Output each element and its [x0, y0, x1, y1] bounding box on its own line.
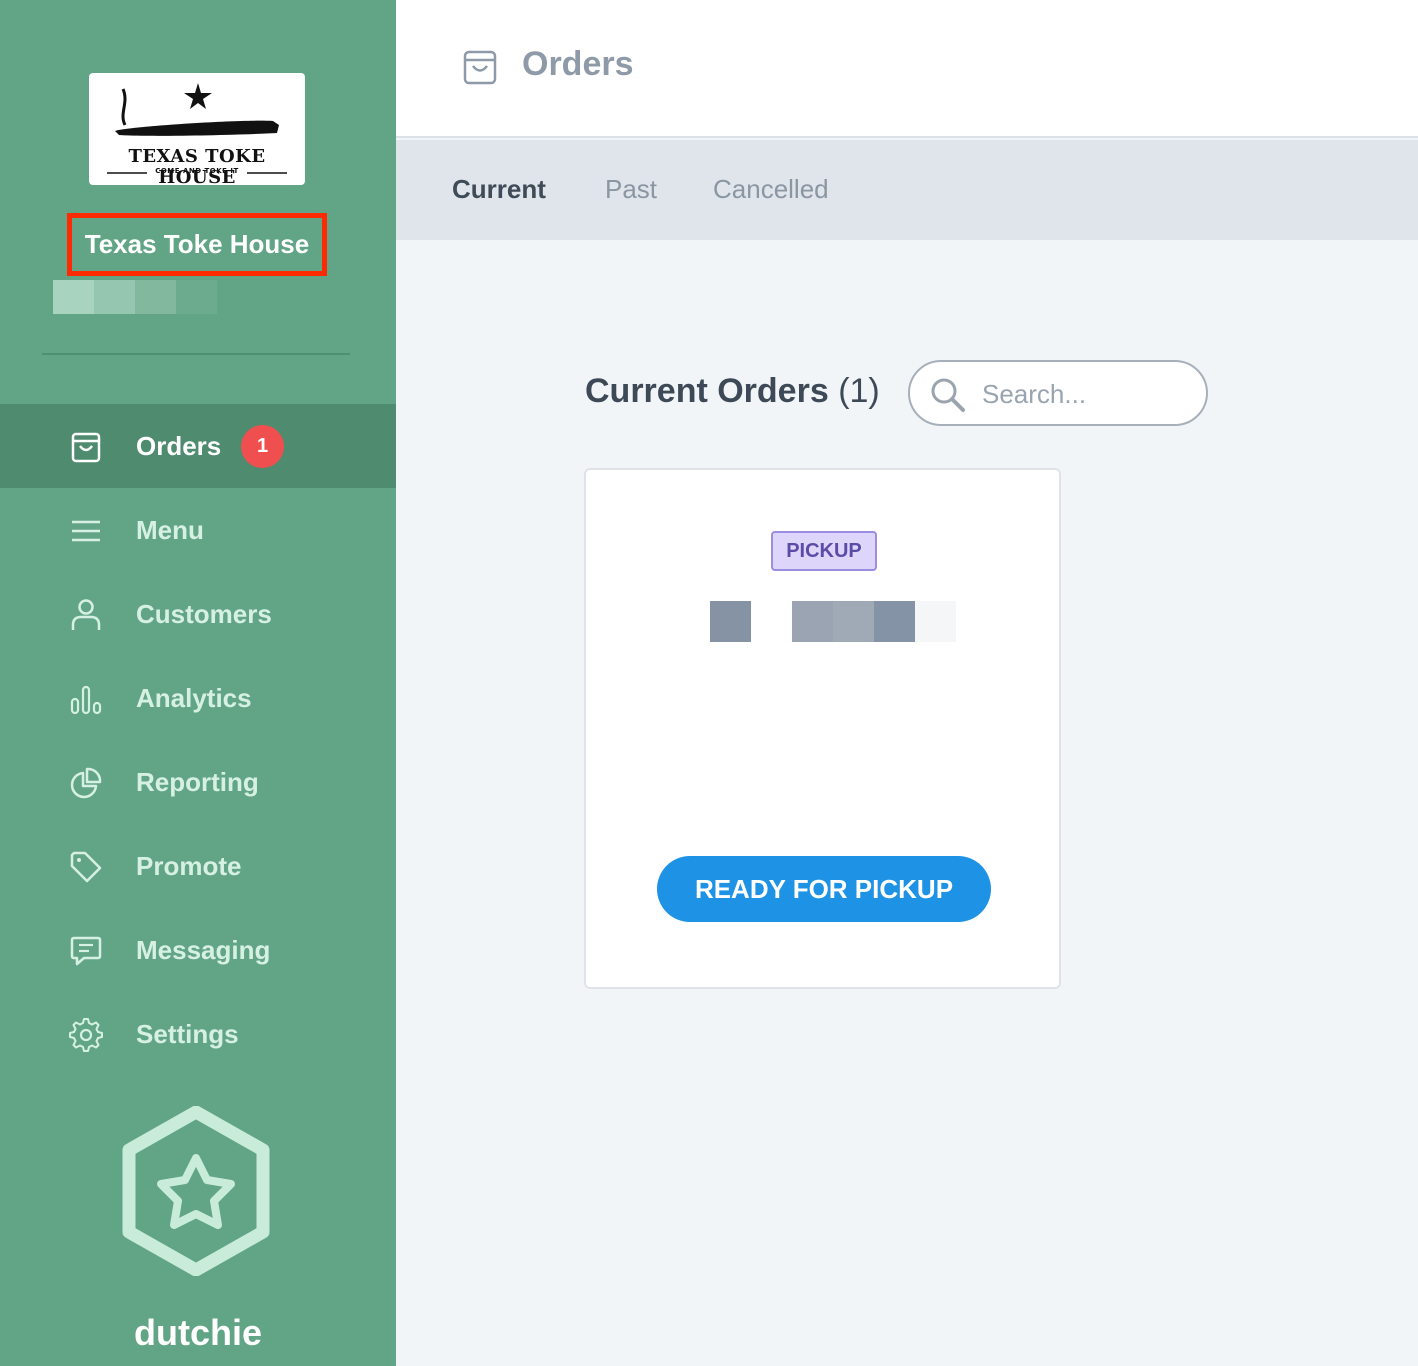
- sidebar-nav: Orders 1 Menu Customers Analytics Report…: [0, 404, 396, 1076]
- sidebar-divider: [42, 353, 350, 355]
- sidebar-item-messaging[interactable]: Messaging: [0, 908, 396, 992]
- sidebar-item-label: Promote: [136, 850, 242, 881]
- section-title: Current Orders (1): [585, 372, 880, 411]
- tab-cancelled[interactable]: Cancelled: [713, 174, 829, 205]
- order-card[interactable]: PICKUP READY FOR PICKUP: [584, 468, 1061, 989]
- store-name[interactable]: Texas Toke House: [67, 213, 327, 276]
- sidebar-item-settings[interactable]: Settings: [0, 992, 396, 1076]
- search-box[interactable]: [908, 360, 1208, 426]
- gear-icon: [69, 1018, 103, 1052]
- sidebar-item-label: Reporting: [136, 766, 259, 797]
- orders-count-badge: 1: [241, 425, 284, 468]
- message-icon: [70, 936, 102, 966]
- sidebar-item-orders[interactable]: Orders 1: [0, 404, 396, 488]
- store-logo: TEXAS TOKE HOUSE COME AND TOKE IT: [89, 73, 305, 188]
- orders-tabs: Current Past Cancelled: [396, 140, 1418, 240]
- sidebar-item-label: Settings: [136, 1018, 239, 1049]
- sidebar-item-analytics[interactable]: Analytics: [0, 656, 396, 740]
- dutchie-brand: dutchie: [133, 1312, 262, 1353]
- shopping-bag-icon: [71, 432, 101, 463]
- ready-for-pickup-button[interactable]: READY FOR PICKUP: [657, 856, 991, 922]
- bar-chart-icon: [70, 685, 102, 715]
- sidebar-item-promote[interactable]: Promote: [0, 824, 396, 908]
- sidebar-item-reporting[interactable]: Reporting: [0, 740, 396, 824]
- redacted-order-info: [710, 601, 751, 642]
- pie-chart-icon: [70, 767, 102, 799]
- order-type-tag: PICKUP: [771, 531, 877, 571]
- shopping-bag-icon: [463, 50, 497, 85]
- tag-icon: [70, 851, 102, 883]
- sidebar-item-label: Messaging: [136, 934, 271, 965]
- search-icon: [931, 378, 965, 412]
- page-header: Orders: [396, 0, 1418, 138]
- page-title: Orders: [522, 45, 634, 83]
- redacted-store-info: [53, 280, 217, 314]
- sidebar-item-customers[interactable]: Customers: [0, 572, 396, 656]
- user-icon: [71, 599, 101, 630]
- search-input[interactable]: [982, 374, 1192, 414]
- redacted-customer-name: [792, 601, 956, 642]
- tab-current[interactable]: Current: [452, 174, 546, 205]
- sidebar: TEXAS TOKE HOUSE COME AND TOKE IT Texas …: [0, 0, 396, 1366]
- sidebar-item-label: Orders: [136, 430, 222, 461]
- orders-count: (1): [838, 372, 880, 410]
- sidebar-item-label: Analytics: [136, 682, 252, 713]
- section-title-text: Current Orders: [585, 372, 829, 410]
- sidebar-item-label: Menu: [136, 514, 204, 545]
- tab-past[interactable]: Past: [605, 174, 657, 205]
- star-hexagon-icon: [122, 1106, 270, 1276]
- sidebar-item-label: Customers: [136, 598, 272, 629]
- menu-icon: [72, 520, 100, 542]
- sidebar-item-menu[interactable]: Menu: [0, 488, 396, 572]
- logo-subtitle: COME AND TOKE IT: [155, 167, 239, 175]
